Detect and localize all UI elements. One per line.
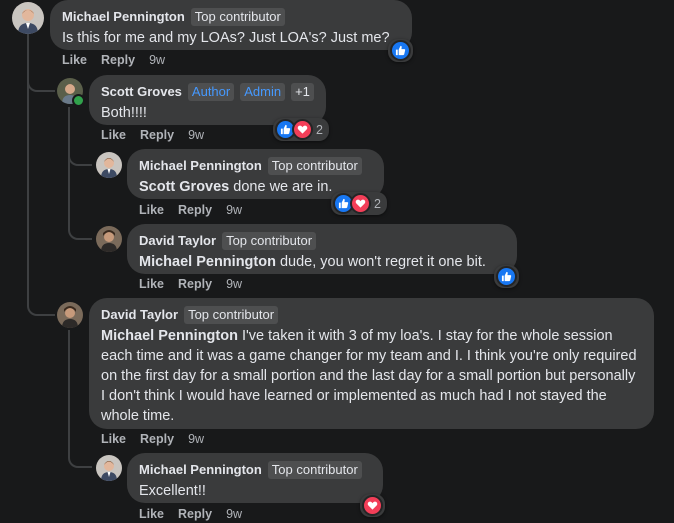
comment-timestamp[interactable]: 9w: [226, 507, 242, 521]
comment-bubble: David Taylor Top contributor Michael Pen…: [89, 298, 654, 429]
avatar[interactable]: [57, 302, 83, 328]
comment-text: Michael Pennington dude, you won't regre…: [139, 252, 505, 272]
reaction-summary[interactable]: [360, 494, 385, 517]
comment-actions: Like Reply 9w: [139, 507, 242, 521]
thumbs-up-icon: [390, 40, 411, 61]
comment-actions: Like Reply 9w: [101, 128, 204, 142]
like-button[interactable]: Like: [101, 432, 126, 446]
reply-button[interactable]: Reply: [178, 277, 212, 291]
comment-text: Is this for me and my LOAs? Just LOA's? …: [62, 30, 390, 46]
comment-bubble: Michael Pennington Top contributor Is th…: [50, 0, 412, 50]
author-badge: Author: [187, 82, 235, 101]
thread-line: [27, 300, 55, 316]
top-contributor-badge: Top contributor: [184, 305, 279, 324]
comment-timestamp[interactable]: 9w: [226, 203, 242, 217]
thread-line: [68, 164, 70, 224]
thread-line: [68, 330, 70, 455]
comment-actions: Like Reply 9w: [139, 203, 242, 217]
reply-button[interactable]: Reply: [101, 53, 135, 67]
avatar[interactable]: [96, 152, 122, 178]
online-status-indicator: [72, 94, 85, 107]
more-badges-badge[interactable]: +1: [291, 82, 314, 101]
comment-bubble: Michael Pennington Top contributor Excel…: [127, 453, 383, 503]
comment-author[interactable]: Michael Pennington: [139, 462, 262, 477]
like-button[interactable]: Like: [139, 507, 164, 521]
thread-line: [27, 76, 55, 92]
avatar[interactable]: [12, 2, 44, 34]
comment-timestamp[interactable]: 9w: [226, 277, 242, 291]
comment-author[interactable]: Scott Groves: [101, 84, 182, 99]
top-contributor-badge: Top contributor: [267, 460, 362, 479]
thumbs-up-icon: [496, 266, 517, 287]
comment-bubble: David Taylor Top contributor Michael Pen…: [127, 224, 517, 274]
comment-text-rest: done we are in.: [229, 179, 333, 195]
reply-button[interactable]: Reply: [140, 432, 174, 446]
comment-author[interactable]: Michael Pennington: [62, 9, 185, 24]
thread-line: [27, 34, 29, 302]
reply-button[interactable]: Reply: [178, 507, 212, 521]
comment-text: Michael Pennington I've taken it with 3 …: [101, 326, 642, 426]
mention-link[interactable]: Michael Pennington: [101, 328, 238, 344]
thread-line: [68, 224, 92, 240]
comment-author[interactable]: David Taylor: [101, 307, 178, 322]
comment-text: Excellent!!: [139, 483, 206, 499]
heart-icon: [292, 119, 313, 140]
comment-text-rest: dude, you won't regret it one bit.: [275, 254, 486, 270]
comment-actions: Like Reply 9w: [62, 53, 165, 67]
comment-timestamp[interactable]: 9w: [188, 432, 204, 446]
comment-actions: Like Reply 9w: [139, 277, 242, 291]
mention-link[interactable]: Scott Groves: [139, 179, 229, 195]
heart-icon: [362, 495, 383, 516]
mention-link[interactable]: Michael Pennington: [139, 254, 276, 270]
thread-line: [68, 452, 92, 468]
comment-timestamp[interactable]: 9w: [149, 53, 165, 67]
admin-badge: Admin: [240, 82, 286, 101]
reaction-count: 2: [316, 122, 323, 137]
reaction-summary[interactable]: 2: [331, 192, 387, 215]
like-button[interactable]: Like: [139, 203, 164, 217]
comment-author[interactable]: David Taylor: [139, 233, 216, 248]
top-contributor-badge: Top contributor: [222, 231, 317, 250]
reply-button[interactable]: Reply: [178, 203, 212, 217]
avatar[interactable]: [96, 226, 122, 252]
avatar[interactable]: [96, 455, 122, 481]
comment-actions: Like Reply 9w: [101, 432, 204, 446]
reaction-count: 2: [374, 196, 381, 211]
reply-button[interactable]: Reply: [140, 128, 174, 142]
comment-timestamp[interactable]: 9w: [188, 128, 204, 142]
thread-line: [68, 150, 92, 166]
reaction-summary[interactable]: [388, 39, 413, 62]
top-contributor-badge: Top contributor: [267, 156, 362, 175]
like-button[interactable]: Like: [139, 277, 164, 291]
like-button[interactable]: Like: [62, 53, 87, 67]
reaction-summary[interactable]: [494, 265, 519, 288]
top-contributor-badge: Top contributor: [190, 7, 285, 26]
like-button[interactable]: Like: [101, 128, 126, 142]
reaction-summary[interactable]: 2: [273, 118, 329, 141]
comment-author[interactable]: Michael Pennington: [139, 158, 262, 173]
heart-icon: [350, 193, 371, 214]
